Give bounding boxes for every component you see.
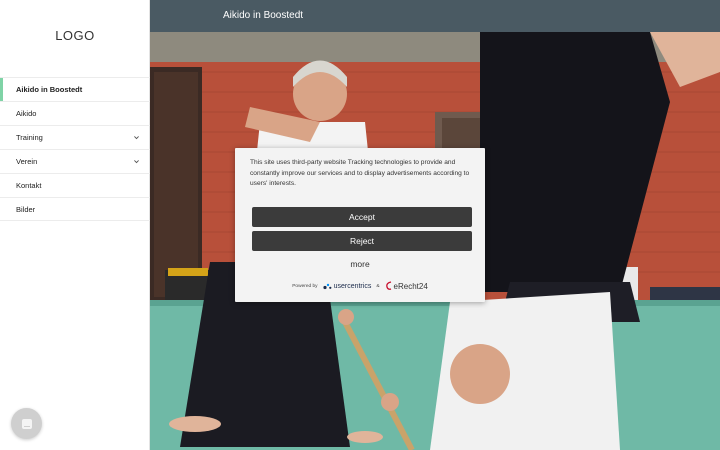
reject-button[interactable]: Reject: [252, 231, 472, 251]
powered-by-label: Powered by: [292, 283, 318, 289]
nav-item-label: Verein: [16, 157, 38, 166]
nav-item-label: Aikido in Boostedt: [16, 85, 83, 94]
usercentrics-dots-icon: [322, 283, 331, 289]
ampersand: &: [376, 283, 380, 289]
erecht24-label: eRecht24: [393, 281, 428, 291]
usercentrics-logo[interactable]: usercentrics: [322, 282, 372, 290]
usercentrics-label: usercentrics: [333, 282, 372, 290]
nav-item-aikido[interactable]: Aikido: [0, 101, 150, 125]
nav-item-label: Training: [16, 133, 43, 142]
erecht24-mark-icon: [385, 281, 391, 290]
erecht24-logo[interactable]: eRecht24: [385, 281, 428, 291]
chat-button[interactable]: [11, 408, 42, 439]
sidebar: LOGO Aikido in Boostedt Aikido Training …: [0, 0, 150, 450]
nav-item-label: Kontakt: [16, 181, 42, 190]
nav-item-training[interactable]: Training: [0, 125, 150, 149]
chat-icon: [21, 418, 32, 429]
nav-item-bilder[interactable]: Bilder: [0, 197, 150, 221]
top-header: Aikido in Boostedt: [150, 0, 720, 32]
nav-item-kontakt[interactable]: Kontakt: [0, 173, 150, 197]
page-title: Aikido in Boostedt: [223, 10, 304, 21]
site-logo[interactable]: LOGO: [0, 28, 150, 43]
accept-button[interactable]: Accept: [252, 207, 472, 227]
nav-item-aikido-in-boostedt[interactable]: Aikido in Boostedt: [0, 77, 150, 101]
nav-item-verein[interactable]: Verein: [0, 149, 150, 173]
consent-message: This site uses third-party website Track…: [250, 159, 470, 187]
powered-by-row: Powered by usercentrics & eRecht24: [235, 279, 485, 293]
chevron-down-icon[interactable]: [133, 134, 140, 141]
main-nav: Aikido in Boostedt Aikido Training Verei…: [0, 77, 150, 221]
nav-item-label: Aikido: [16, 109, 37, 118]
chevron-down-icon[interactable]: [133, 158, 140, 165]
more-link[interactable]: more: [235, 259, 485, 269]
cookie-consent-dialog: This site uses third-party website Track…: [235, 148, 485, 302]
nav-item-label: Bilder: [16, 204, 36, 214]
